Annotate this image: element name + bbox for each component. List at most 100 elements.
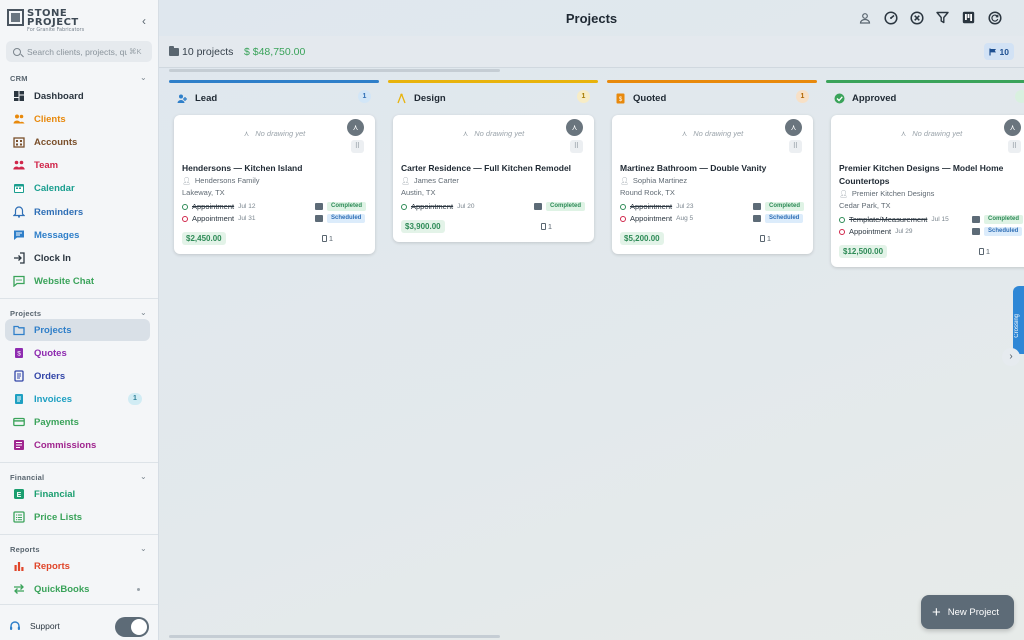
new-project-button[interactable]: + New Project <box>921 595 1014 629</box>
project-card[interactable]: ⋏ No drawing yet ⋏ ⠿ Carter Residence — F… <box>393 115 594 242</box>
appointment-row[interactable]: Appointment Jul 12 Completed <box>182 201 370 212</box>
horizontal-scrollbar-bottom[interactable] <box>169 635 500 638</box>
column-header[interactable]: Design <box>388 83 598 113</box>
drawing-tool-button[interactable]: ⋏ <box>1004 119 1021 136</box>
person-icon: 👤︎ <box>620 177 629 185</box>
check-circle-icon <box>401 203 407 210</box>
column-header[interactable]: Lead <box>169 83 379 113</box>
flag-filter-button[interactable]: 10 <box>983 43 1014 60</box>
refresh-icon[interactable] <box>987 10 1002 25</box>
horizontal-scrollbar[interactable] <box>169 69 500 72</box>
sidebar-item-website-chat[interactable]: Website Chat <box>5 270 150 292</box>
project-card[interactable]: ⋏ No drawing yet ⋏ ⠿ Martinez Bathroom — … <box>612 115 813 254</box>
sidebar-item-financial[interactable]: E Financial <box>5 483 150 505</box>
card-notes[interactable]: 1 <box>978 247 990 256</box>
drag-handle-icon[interactable]: ⠿ <box>570 140 583 153</box>
assignee-avatar <box>315 215 323 222</box>
column-title: Approved <box>852 92 897 104</box>
sidebar-item-dashboard[interactable]: Dashboard <box>5 85 150 107</box>
appointment-date: Jul 23 <box>676 203 694 210</box>
quoted-stage-icon: $ <box>616 93 625 103</box>
card-notes[interactable]: 1 <box>759 234 771 243</box>
card-price: $3,900.00 <box>401 220 445 233</box>
drawing-tool-button[interactable]: ⋏ <box>785 119 802 136</box>
flag-icon <box>988 48 996 55</box>
filter-icon[interactable] <box>935 10 950 25</box>
search-input[interactable] <box>27 46 127 57</box>
card-notes[interactable]: 1 <box>540 222 552 231</box>
card-location: Austin, TX <box>401 188 436 197</box>
chevron-down-icon[interactable]: ⌄ <box>140 544 147 553</box>
project-card[interactable]: ⋏ No drawing yet ⋏ ⠿ Premier Kitchen Desi… <box>831 115 1024 267</box>
status-badge: Scheduled <box>765 214 804 223</box>
user-icon[interactable] <box>857 10 872 25</box>
drawing-tool-button[interactable]: ⋏ <box>347 119 364 136</box>
sidebar-item-payments[interactable]: Payments <box>5 411 150 433</box>
sidebar-item-clock-in[interactable]: Clock In <box>5 247 150 269</box>
website-chat-icon <box>13 275 25 287</box>
appointment-row[interactable]: Appointment Aug 5 Scheduled <box>620 213 808 224</box>
column-count-badge: 1 <box>577 90 590 103</box>
column-title: Lead <box>195 92 218 104</box>
card-price: $12,500.00 <box>839 245 888 258</box>
column-lead: Lead 1 ⋏ No drawing yet ⋏ ⠿ Hendersons — … <box>169 80 379 640</box>
drawing-tool-button[interactable]: ⋏ <box>566 119 583 136</box>
sidebar-item-reports[interactable]: Reports <box>5 555 150 577</box>
sidebar-item-calendar[interactable]: Calendar <box>5 177 150 199</box>
invoices-icon <box>15 394 23 404</box>
person-icon: 👤︎ <box>182 177 191 185</box>
sidebar-item-clients[interactable]: Clients <box>5 108 150 130</box>
sidebar-item-reminders[interactable]: Reminders <box>5 201 150 223</box>
drag-handle-icon[interactable]: ⠿ <box>351 140 364 153</box>
note-icon <box>759 235 765 242</box>
appointment-row[interactable]: Appointment Jul 20 Completed <box>401 201 589 212</box>
support-toggle[interactable] <box>115 617 149 637</box>
board-view-icon[interactable] <box>961 10 976 25</box>
projects-icon <box>13 325 25 336</box>
drag-handle-icon[interactable]: ⠿ <box>1008 140 1021 153</box>
appointment-row[interactable]: Appointment Jul 23 Completed <box>620 201 808 212</box>
sidebar-item-messages[interactable]: Messages <box>5 224 150 246</box>
sidebar-item-quickbooks[interactable]: QuickBooks <box>5 578 150 600</box>
gauge-icon[interactable] <box>883 10 898 25</box>
sidebar-item-quotes[interactable]: $ Quotes <box>5 342 150 364</box>
column-header[interactable]: $ Quoted <box>607 83 817 113</box>
top-actions <box>857 10 1002 25</box>
appointment-row[interactable]: Appointment Jul 31 Scheduled <box>182 213 370 224</box>
sidebar-item-commissions[interactable]: Commissions <box>5 434 150 456</box>
appointment-row[interactable]: Appointment Jul 29 Scheduled <box>839 226 1024 237</box>
card-notes[interactable]: 1 <box>321 234 333 243</box>
assignee-avatar <box>753 203 761 210</box>
scroll-right-button[interactable]: › <box>1002 348 1020 366</box>
chevron-down-icon[interactable]: ⌄ <box>140 472 147 481</box>
client-name: James Carter <box>413 176 459 185</box>
payments-icon <box>13 417 25 427</box>
sidebar-item-accounts[interactable]: Accounts <box>5 131 150 153</box>
sidebar-item-price-lists[interactable]: Price Lists <box>5 506 150 528</box>
search-shortcut: ⌘K <box>129 47 142 56</box>
new-project-label: New Project <box>947 606 999 618</box>
side-drawer-tab[interactable]: Crossing <box>1013 286 1024 354</box>
sidebar-item-label: Reports <box>34 560 70 572</box>
project-card[interactable]: ⋏ No drawing yet ⋏ ⠿ Hendersons — Kitchen… <box>174 115 375 254</box>
column-quoted: $ Quoted 1 ⋏ No drawing yet ⋏ ⠿ Martinez … <box>607 80 817 640</box>
appointment-row[interactable]: Template/Measurement Jul 15 Completed <box>839 214 1024 225</box>
chevron-down-icon[interactable]: ⌄ <box>140 308 147 317</box>
cancel-icon[interactable] <box>909 10 924 25</box>
card-title: Premier Kitchen Designs — Model Home Cou… <box>839 163 1004 186</box>
global-search[interactable]: ⌘K <box>6 41 152 62</box>
sidebar-item-projects[interactable]: Projects <box>5 319 150 341</box>
app-logo[interactable]: STONE PROJECT For Granite Fabricators <box>7 9 84 33</box>
sidebar-item-orders[interactable]: Orders <box>5 365 150 387</box>
collapse-sidebar-button[interactable]: ‹ <box>138 14 150 28</box>
column-title: Design <box>414 92 446 104</box>
card-title: Carter Residence — Full Kitchen Remodel <box>401 163 572 173</box>
chevron-down-icon[interactable]: ⌄ <box>140 73 147 82</box>
sidebar-item-team[interactable]: Team <box>5 154 150 176</box>
column-header[interactable]: Approved <box>826 83 1024 113</box>
card-location: Lakeway, TX <box>182 188 225 197</box>
sidebar-item-label: Team <box>34 159 59 171</box>
logo-line2: PROJECT <box>27 17 79 28</box>
no-drawing-label: No drawing yet <box>693 129 744 138</box>
drag-handle-icon[interactable]: ⠿ <box>789 140 802 153</box>
